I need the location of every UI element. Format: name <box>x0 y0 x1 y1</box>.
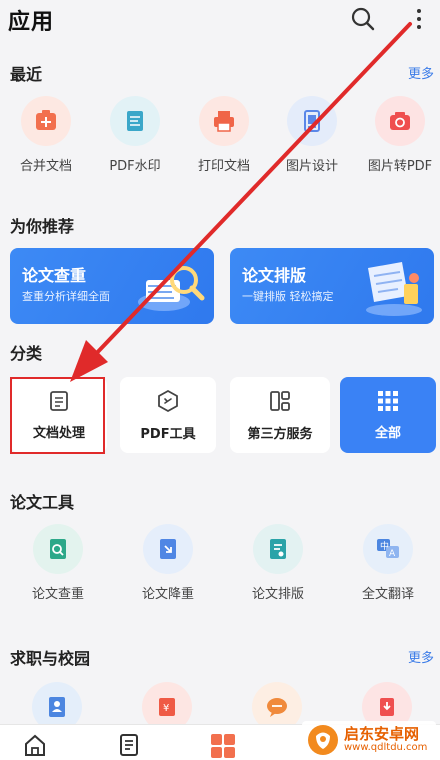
more-menu-icon[interactable] <box>404 4 434 34</box>
image-to-pdf-icon <box>375 96 425 146</box>
watermark-main: 启东安卓网 <box>344 724 420 743</box>
recent-item-label: 打印文档 <box>197 159 250 174</box>
category-label: PDF工具 <box>140 426 196 442</box>
paper-tool-label: 全文翻译 <box>361 587 414 602</box>
recent-item-label: 图片设计 <box>285 159 338 174</box>
printer-icon <box>199 96 249 146</box>
banner-title: 论文查重 <box>22 266 87 285</box>
banner-subtitle: 查重分析详细全面 <box>22 290 110 303</box>
merge-doc-icon <box>21 96 71 146</box>
svg-text:¥: ¥ <box>163 703 169 714</box>
file-list-icon[interactable] <box>116 733 142 759</box>
banner-subtitle: 一键排版 轻松搞定 <box>242 290 334 303</box>
documents-illustration-icon <box>366 262 422 316</box>
section-title-paper-tools: 论文工具 <box>10 493 75 512</box>
highlight-box <box>10 377 105 454</box>
category-pdf-tools[interactable]: PDF工具 <box>120 377 216 453</box>
category-label: 全部 <box>374 425 401 441</box>
section-title-recent: 最近 <box>10 65 43 84</box>
category-all[interactable]: 全部 <box>340 377 436 453</box>
recent-item-image-design[interactable]: 图片设计 <box>280 96 344 174</box>
page-title: 应用 <box>8 10 55 35</box>
paper-tool-label: 论文排版 <box>251 587 304 602</box>
home-icon[interactable] <box>22 733 48 759</box>
third-party-icon <box>270 390 290 411</box>
apps-grid-icon[interactable] <box>210 733 236 759</box>
paper-tool-label: 论文降重 <box>141 587 194 602</box>
category-third-party[interactable]: 第三方服务 <box>230 377 330 453</box>
svg-text:A: A <box>389 549 396 559</box>
paper-tool-label: 论文查重 <box>31 587 84 602</box>
image-design-icon <box>287 96 337 146</box>
pdf-tool-icon <box>158 389 178 412</box>
campus-more-link[interactable]: 更多 <box>408 647 434 666</box>
section-title-recommend: 为你推荐 <box>10 217 75 236</box>
recent-item-pdf-watermark[interactable]: PDF水印 <box>103 96 167 174</box>
watermark-text: 启东安卓网 www.qdltdu.com <box>344 724 428 753</box>
translate-icon: 中A <box>363 524 413 574</box>
recent-item-merge-doc[interactable]: 合并文档 <box>16 96 76 174</box>
watermark: 启东安卓网 www.qdltdu.com <box>302 721 436 759</box>
paper-tool-layout[interactable]: 论文排版 <box>246 524 310 602</box>
recent-more-link[interactable]: 更多 <box>408 63 434 82</box>
banner-paper-check[interactable]: 论文查重 查重分析详细全面 <box>10 248 214 324</box>
search-icon[interactable] <box>348 4 378 34</box>
paper-layout-icon <box>253 524 303 574</box>
recent-item-label: 合并文档 <box>19 159 72 174</box>
pdf-watermark-icon <box>110 96 160 146</box>
section-title-campus: 求职与校园 <box>10 649 91 668</box>
category-label: 第三方服务 <box>247 426 313 442</box>
paper-reduce-icon <box>143 524 193 574</box>
recent-item-label: PDF水印 <box>109 159 161 174</box>
magnifier-illustration-icon <box>138 266 205 311</box>
paper-tool-check[interactable]: 论文查重 <box>26 524 90 602</box>
paper-tool-reduce[interactable]: 论文降重 <box>136 524 200 602</box>
banner-title: 论文排版 <box>242 266 307 285</box>
recent-item-print[interactable]: 打印文档 <box>192 96 256 174</box>
watermark-url: www.qdltdu.com <box>344 741 428 753</box>
recent-item-label: 图片转PDF <box>367 159 433 174</box>
paper-check-icon <box>33 524 83 574</box>
watermark-logo-icon <box>308 725 338 755</box>
section-title-categories: 分类 <box>10 344 43 363</box>
svg-text:中: 中 <box>380 540 389 552</box>
recent-item-image-to-pdf[interactable]: 图片转PDF <box>364 96 436 174</box>
paper-tool-translate[interactable]: 中A 全文翻译 <box>356 524 420 602</box>
grid-icon <box>378 390 398 411</box>
banner-paper-layout[interactable]: 论文排版 一键排版 轻松搞定 <box>230 248 434 324</box>
